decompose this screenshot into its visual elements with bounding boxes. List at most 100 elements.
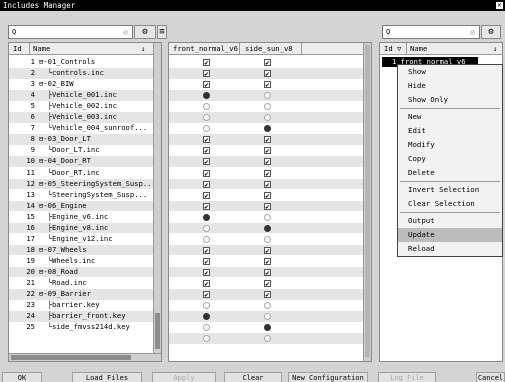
tree-row[interactable]: 18 ⊟-07_Wheels	[9, 244, 153, 256]
include-radio[interactable]	[203, 324, 210, 332]
include-radio[interactable]	[203, 125, 210, 133]
right-search-input[interactable]: Q ⊘	[382, 25, 480, 39]
include-checkbox[interactable]: ✔	[203, 202, 210, 210]
tree-row[interactable]: 24 ├barrier_front.key	[9, 311, 153, 322]
menu-item-invert-selection[interactable]: Invert Selection	[398, 183, 502, 197]
tree-row[interactable]: 3 ⊟-02_BIW	[9, 79, 153, 90]
include-checkbox[interactable]: ✔	[203, 191, 210, 199]
include-radio[interactable]	[264, 302, 271, 310]
load-files-button[interactable]: Load Files	[72, 372, 142, 382]
include-checkbox[interactable]: ✔	[264, 180, 271, 188]
include-checkbox[interactable]: ✔	[264, 191, 271, 199]
menu-item-new[interactable]: New	[398, 110, 502, 124]
new-configuration-button[interactable]: New Configuration	[288, 372, 368, 382]
tree-row[interactable]: 17 └Engine_v12.inc	[9, 234, 153, 245]
tree-row[interactable]: 1 ⊟-01_Controls	[9, 57, 153, 68]
clear-search-icon[interactable]: ⊘	[468, 28, 477, 37]
include-checkbox[interactable]: ✔	[264, 291, 271, 299]
include-radio[interactable]	[264, 313, 271, 321]
menu-item-delete[interactable]: Delete	[398, 166, 502, 180]
tree-row[interactable]: 13 └SteeringSystem_Susp...	[9, 190, 153, 201]
right-col-name-header[interactable]: Name	[410, 43, 427, 54]
left-vscroll[interactable]	[153, 43, 161, 353]
include-radio[interactable]	[203, 335, 210, 343]
tree-row[interactable]: 22 ⊟-09_Barrier	[9, 289, 153, 300]
close-icon[interactable]: ✕	[496, 2, 503, 9]
include-radio[interactable]	[203, 103, 210, 111]
sort-down-icon[interactable]: ↓	[141, 43, 145, 54]
tree-row[interactable]: 23 ├barrier.key	[9, 300, 153, 311]
menu-item-show-only[interactable]: Show Only	[398, 93, 502, 107]
include-checkbox[interactable]: ✔	[264, 70, 271, 78]
include-checkbox[interactable]: ✔	[264, 246, 271, 254]
include-checkbox[interactable]: ✔	[203, 180, 210, 188]
include-checkbox[interactable]: ✔	[264, 169, 271, 177]
include-checkbox[interactable]: ✔	[203, 169, 210, 177]
tree-row[interactable]: 14 ⊟-06_Engine	[9, 200, 153, 212]
include-checkbox[interactable]: ✔	[264, 81, 271, 89]
menu-item-clear-selection[interactable]: Clear Selection	[398, 197, 502, 211]
tree-row[interactable]: 6 ├Vehicle_003.inc	[9, 112, 153, 123]
include-checkbox[interactable]: ✔	[203, 280, 210, 288]
tree-row[interactable]: 7 └Vehicle_004_sunroof...	[9, 123, 153, 134]
include-checkbox[interactable]: ✔	[203, 81, 210, 89]
include-radio[interactable]	[203, 92, 210, 100]
include-checkbox[interactable]: ✔	[264, 136, 271, 144]
include-radio[interactable]	[264, 235, 271, 243]
include-radio[interactable]	[264, 213, 271, 221]
include-radio[interactable]	[264, 224, 271, 232]
include-checkbox[interactable]: ✔	[264, 280, 271, 288]
menu-item-output[interactable]: Output	[398, 214, 502, 228]
menu-item-reload[interactable]: Reload	[398, 242, 502, 256]
tree-row[interactable]: 4 ├Vehicle_001.inc	[9, 90, 153, 101]
menu-item-edit[interactable]: Edit	[398, 124, 502, 138]
mid-vscroll[interactable]	[363, 43, 371, 361]
right-settings-button[interactable]: ⚙	[481, 25, 501, 39]
tree-row[interactable]: 25 └side_fmvss214d.key	[9, 322, 153, 333]
left-search-input[interactable]: Q ⊘	[8, 25, 133, 39]
include-radio[interactable]	[203, 213, 210, 221]
tree-row[interactable]: 21 └Road.inc	[9, 278, 153, 289]
menu-item-modify[interactable]: Modify	[398, 138, 502, 152]
sort-down-icon[interactable]: ↓	[493, 43, 497, 54]
ok-button[interactable]: OK	[2, 372, 42, 382]
clear-button[interactable]: Clear	[224, 372, 282, 382]
include-checkbox[interactable]: ✔	[264, 147, 271, 155]
menu-item-show[interactable]: Show	[398, 65, 502, 79]
tree-row[interactable]: 15 ├Engine_v6.inc	[9, 212, 153, 223]
include-radio[interactable]	[203, 313, 210, 321]
include-checkbox[interactable]: ✔	[203, 147, 210, 155]
include-radio[interactable]	[203, 302, 210, 310]
include-checkbox[interactable]: ✔	[203, 291, 210, 299]
include-checkbox[interactable]: ✔	[264, 158, 271, 166]
include-checkbox[interactable]: ✔	[203, 257, 210, 265]
tree-row[interactable]: 5 ├Vehicle_002.inc	[9, 101, 153, 112]
clear-search-icon[interactable]: ⊘	[121, 28, 130, 37]
tree-row[interactable]: 10 ⊟-04_Door_RT	[9, 156, 153, 167]
menu-item-hide[interactable]: Hide	[398, 79, 502, 93]
include-checkbox[interactable]: ✔	[203, 246, 210, 254]
config-col-2[interactable]: side_sun_v8	[245, 43, 293, 54]
left-hscroll[interactable]	[9, 353, 161, 361]
filter-button[interactable]: ≡	[157, 25, 167, 39]
menu-item-copy[interactable]: Copy	[398, 152, 502, 166]
tree-row[interactable]: 8 ⊟-03_Door_LT	[9, 134, 153, 145]
settings-button[interactable]: ⚙	[134, 25, 156, 39]
col-name-header[interactable]: Name	[33, 43, 50, 54]
include-radio[interactable]	[264, 324, 271, 332]
cancel-button[interactable]: Cancel	[476, 372, 505, 382]
right-col-id-header[interactable]: Id	[384, 43, 393, 54]
config-col-1[interactable]: front_normal_v6	[173, 43, 238, 54]
apply-button[interactable]: Apply	[152, 372, 216, 382]
tree-row[interactable]: 20 ⊟-08_Road	[9, 266, 153, 278]
include-checkbox[interactable]: ✔	[264, 202, 271, 210]
include-checkbox[interactable]: ✔	[203, 158, 210, 166]
tree-row[interactable]: 9 └Door_LT.inc	[9, 145, 153, 156]
tree-row[interactable]: 16 ├Engine_v8.inc	[9, 222, 153, 234]
include-radio[interactable]	[203, 235, 210, 243]
include-checkbox[interactable]: ✔	[264, 59, 271, 67]
tree-row[interactable]: 12 ⊟-05_SteeringSystem_Susp...	[9, 178, 153, 190]
include-checkbox[interactable]: ✔	[203, 59, 210, 67]
include-radio[interactable]	[203, 224, 210, 232]
include-radio[interactable]	[264, 114, 271, 122]
